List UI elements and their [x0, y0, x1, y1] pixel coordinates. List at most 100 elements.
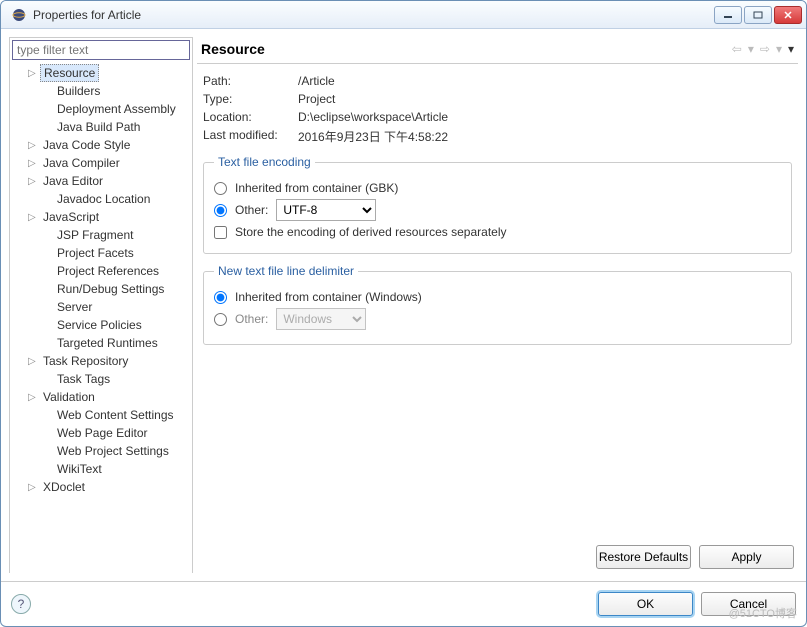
tree-item[interactable]: ▷JavaScript — [14, 208, 192, 226]
delimiter-inherited-radio[interactable] — [214, 291, 227, 304]
tree-item[interactable]: Server — [14, 298, 192, 316]
main-panel: Resource ⇦ ▾ ⇨ ▾ ▾ Path:/Article Type:Pr… — [197, 37, 798, 573]
delimiter-group: New text file line delimiter Inherited f… — [203, 264, 792, 345]
tree-item-label: XDoclet — [40, 479, 88, 495]
tree-item[interactable]: Targeted Runtimes — [14, 334, 192, 352]
tree-item[interactable]: ▷Task Repository — [14, 352, 192, 370]
tree-item[interactable]: ▷Java Editor — [14, 172, 192, 190]
delimiter-inherited-label[interactable]: Inherited from container (Windows) — [235, 290, 422, 304]
encoding-select[interactable]: UTF-8 — [276, 199, 376, 221]
eclipse-icon — [11, 7, 27, 23]
maximize-button[interactable] — [744, 6, 772, 24]
titlebar[interactable]: Properties for Article — [1, 1, 806, 29]
tree-item-label: Project References — [54, 263, 162, 279]
tree-item-label: WikiText — [54, 461, 105, 477]
path-label: Path: — [203, 74, 298, 88]
expand-icon[interactable]: ▷ — [28, 356, 40, 367]
encoding-inherited-radio[interactable] — [214, 182, 227, 195]
location-value: D:\eclipse\workspace\Article — [298, 110, 448, 124]
location-label: Location: — [203, 110, 298, 124]
tree-item-label: JavaScript — [40, 209, 102, 225]
tree-item-label: Run/Debug Settings — [54, 281, 167, 297]
type-label: Type: — [203, 92, 298, 106]
tree-item-label: Validation — [40, 389, 98, 405]
tree-item[interactable]: Web Project Settings — [14, 442, 192, 460]
tree-item-label: Java Code Style — [40, 137, 133, 153]
category-tree[interactable]: ▷ResourceBuildersDeployment AssemblyJava… — [10, 62, 192, 573]
tree-item-label: Web Project Settings — [54, 443, 172, 459]
expand-icon[interactable]: ▷ — [28, 392, 40, 403]
window-controls — [714, 6, 802, 24]
store-encoding-label[interactable]: Store the encoding of derived resources … — [235, 225, 507, 239]
delimiter-other-radio[interactable] — [214, 313, 227, 326]
modified-label: Last modified: — [203, 128, 298, 145]
expand-icon[interactable]: ▷ — [28, 68, 40, 79]
tree-item[interactable]: JSP Fragment — [14, 226, 192, 244]
tree-item[interactable]: WikiText — [14, 460, 192, 478]
nav-icons: ⇦ ▾ ⇨ ▾ ▾ — [732, 42, 794, 56]
back-menu-icon[interactable]: ▾ — [748, 42, 754, 56]
tree-item[interactable]: ▷XDoclet — [14, 478, 192, 496]
tree-item[interactable]: Task Tags — [14, 370, 192, 388]
type-value: Project — [298, 92, 335, 106]
properties-dialog: Properties for Article ▷ResourceBuilders… — [0, 0, 807, 627]
tree-item-label: Deployment Assembly — [54, 101, 179, 117]
filter-input[interactable] — [12, 40, 190, 60]
tree-item[interactable]: Javadoc Location — [14, 190, 192, 208]
tree-item[interactable]: Project References — [14, 262, 192, 280]
expand-icon[interactable]: ▷ — [28, 212, 40, 223]
restore-defaults-button[interactable]: Restore Defaults — [596, 545, 691, 569]
delimiter-select[interactable]: Windows — [276, 308, 366, 330]
tree-item-label: Task Repository — [40, 353, 131, 369]
tree-item[interactable]: ▷Java Code Style — [14, 136, 192, 154]
tree-item[interactable]: ▷Java Compiler — [14, 154, 192, 172]
tree-item[interactable]: ▷Resource — [14, 64, 192, 82]
tree-item[interactable]: Project Facets — [14, 244, 192, 262]
tree-item[interactable]: Web Page Editor — [14, 424, 192, 442]
apply-button[interactable]: Apply — [699, 545, 794, 569]
tree-item[interactable]: Deployment Assembly — [14, 100, 192, 118]
expand-icon[interactable]: ▷ — [28, 158, 40, 169]
tree-item-label: Resource — [40, 64, 99, 82]
delimiter-legend: New text file line delimiter — [214, 264, 358, 278]
page-header: Resource ⇦ ▾ ⇨ ▾ ▾ — [197, 37, 798, 64]
encoding-other-label[interactable]: Other: — [235, 203, 268, 217]
tree-item[interactable]: Service Policies — [14, 316, 192, 334]
apply-bar: Restore Defaults Apply — [197, 537, 798, 573]
page-title: Resource — [201, 41, 732, 57]
encoding-inherited-label[interactable]: Inherited from container (GBK) — [235, 181, 398, 195]
expand-icon[interactable]: ▷ — [28, 482, 40, 493]
store-encoding-checkbox[interactable] — [214, 226, 227, 239]
encoding-other-radio[interactable] — [214, 204, 227, 217]
tree-item-label: Targeted Runtimes — [54, 335, 161, 351]
tree-item[interactable]: Run/Debug Settings — [14, 280, 192, 298]
ok-button[interactable]: OK — [598, 592, 693, 616]
tree-item-label: JSP Fragment — [54, 227, 136, 243]
tree-item-label: Builders — [54, 83, 103, 99]
tree-item[interactable]: Builders — [14, 82, 192, 100]
help-icon[interactable]: ? — [11, 594, 31, 614]
menu-icon[interactable]: ▾ — [788, 42, 794, 56]
window-title: Properties for Article — [33, 8, 714, 22]
forward-icon[interactable]: ⇨ — [760, 42, 770, 56]
encoding-group: Text file encoding Inherited from contai… — [203, 155, 792, 254]
tree-item-label: Task Tags — [54, 371, 113, 387]
expand-icon[interactable]: ▷ — [28, 176, 40, 187]
dialog-footer: ? OK Cancel — [1, 581, 806, 626]
tree-item[interactable]: Java Build Path — [14, 118, 192, 136]
minimize-button[interactable] — [714, 6, 742, 24]
watermark: @51CTO博客 — [729, 605, 797, 621]
expand-icon[interactable]: ▷ — [28, 140, 40, 151]
modified-value: 2016年9月23日 下午4:58:22 — [298, 128, 448, 145]
tree-item-label: Javadoc Location — [54, 191, 153, 207]
tree-item-label: Project Facets — [54, 245, 137, 261]
tree-item[interactable]: ▷Validation — [14, 388, 192, 406]
close-button[interactable] — [774, 6, 802, 24]
encoding-legend: Text file encoding — [214, 155, 315, 169]
forward-menu-icon[interactable]: ▾ — [776, 42, 782, 56]
tree-item[interactable]: Web Content Settings — [14, 406, 192, 424]
tree-item-label: Web Content Settings — [54, 407, 177, 423]
delimiter-other-label[interactable]: Other: — [235, 312, 268, 326]
tree-item-label: Java Build Path — [54, 119, 143, 135]
back-icon[interactable]: ⇦ — [732, 42, 742, 56]
